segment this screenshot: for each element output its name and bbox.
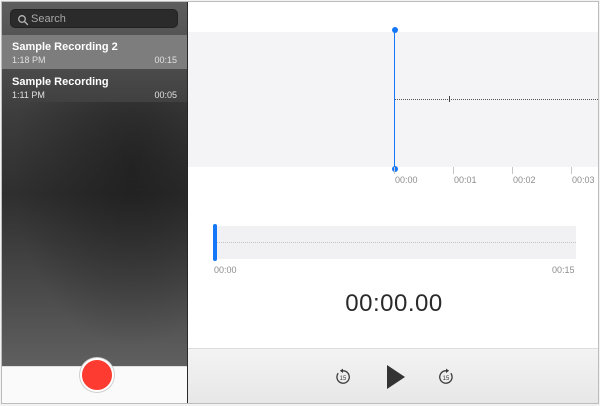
- timeline-label: 00:01: [454, 175, 477, 185]
- timeline-tick: [453, 167, 454, 174]
- recording-item-sample-recording[interactable]: Sample Recording 1:11 PM 00:05: [2, 70, 187, 104]
- recording-time: 1:11 PM: [12, 90, 45, 100]
- overview-start-label: 00:00: [214, 265, 237, 275]
- search-field[interactable]: [10, 9, 178, 28]
- play-button[interactable]: [385, 364, 407, 390]
- playhead-top-handle[interactable]: [391, 27, 398, 33]
- play-icon: [387, 365, 405, 389]
- record-bar: [2, 358, 187, 403]
- recording-duration: 00:05: [154, 90, 177, 100]
- skip-back-seconds: 15: [340, 376, 347, 382]
- overview-playhead[interactable]: [213, 224, 217, 261]
- record-button[interactable]: [80, 358, 114, 392]
- skip-forward-15-icon: 15: [439, 368, 453, 384]
- recording-time: 1:18 PM: [12, 55, 46, 65]
- recording-item-sample-recording-2[interactable]: Sample Recording 2 1:18 PM 00:15: [2, 35, 187, 69]
- timeline-tick: [394, 167, 395, 174]
- current-time-display: 00:00.00: [345, 290, 443, 317]
- recordings-sidebar: Sample Recording 2 1:18 PM 00:15 Sample …: [2, 2, 188, 403]
- overview-scrubber[interactable]: [213, 224, 576, 261]
- playback-panel: 00:00 00:01 00:02 00:03 00:00 00:15 00:0…: [188, 2, 598, 403]
- waveform-sample-mark: [449, 96, 450, 102]
- playback-controls: 15 15: [188, 348, 598, 403]
- overview-end-label: 00:15: [552, 265, 575, 275]
- timeline-label: 00:02: [513, 175, 536, 185]
- voice-memos-window: Sample Recording 2 1:18 PM 00:15 Sample …: [1, 1, 599, 404]
- search-icon: [17, 13, 29, 26]
- skip-back-button[interactable]: 15: [334, 368, 352, 386]
- skip-back-15-icon: 15: [336, 368, 350, 384]
- timeline-label: 00:00: [395, 175, 418, 185]
- timeline-tick: [512, 167, 513, 174]
- timeline-label: 00:03: [572, 175, 595, 185]
- sidebar-shading: [2, 102, 188, 362]
- timeline-tick: [571, 167, 572, 174]
- overview-waveform: [217, 242, 576, 243]
- recording-duration: 00:15: [154, 55, 177, 65]
- skip-forward-button[interactable]: 15: [437, 368, 455, 386]
- search-input[interactable]: [31, 11, 171, 26]
- recording-title: Sample Recording: [12, 76, 109, 88]
- playhead[interactable]: [394, 29, 395, 169]
- recording-title: Sample Recording 2: [12, 41, 118, 53]
- waveform-baseline: [395, 99, 598, 100]
- skip-forward-seconds: 15: [443, 376, 450, 382]
